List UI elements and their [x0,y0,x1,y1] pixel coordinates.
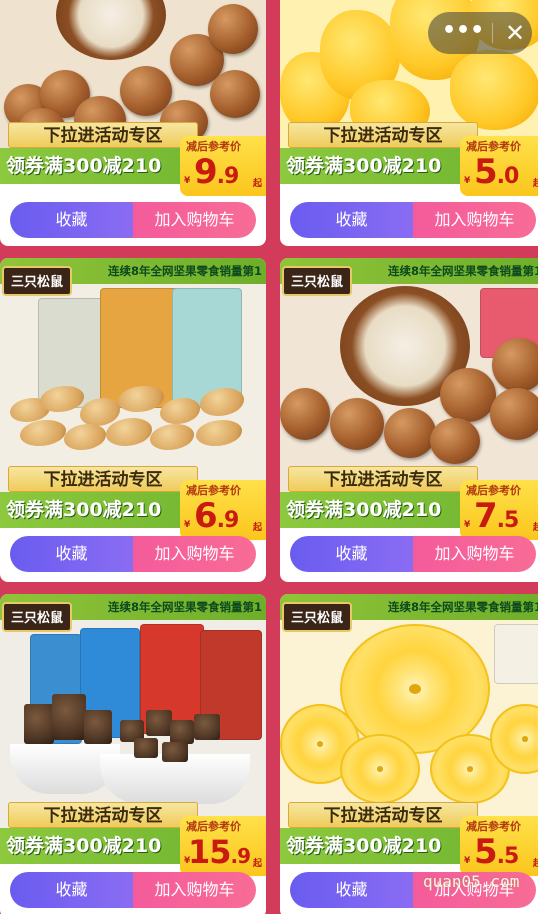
page: { "floating_menu": { "more_glyph": "•••"… [0,0,538,914]
action-buttons: 收藏 加入购物车 [10,872,256,908]
price-value: 15.9 [188,833,251,871]
promo-bar: 下拉进活动专区 领券满300减210 减后参考价 ¥ 6.9 起 [0,466,266,540]
mini-program-capsule: ••• ✕ [428,12,532,54]
currency-symbol: ¥ [464,176,471,186]
price-box: 减后参考价 ¥ 6.9 起 [180,480,266,540]
product-card-cashew[interactable]: 三只松鼠 连续8年全网坚果零食销量第1 下拉进活动专区 领券满300减210 减… [0,258,266,582]
brand-logo: 三只松鼠 [2,602,72,632]
more-options-icon[interactable]: ••• [442,12,484,54]
favorite-button[interactable]: 收藏 [10,202,133,238]
close-icon[interactable]: ✕ [498,12,532,54]
promo-bar: 下拉进活动专区 领券满300减210 减后参考价 ¥ 5.5 起 [280,802,538,876]
favorite-button[interactable]: 收藏 [290,872,413,908]
price-value: 7.5 [474,496,519,536]
action-buttons: 收藏 加入购物车 [290,202,536,238]
coupon-strip: 领券满300减210 减后参考价 ¥ 9.9 起 [0,136,266,196]
coupon-strip: 领券满300减210 减后参考价 ¥ 6.9 起 [0,480,266,540]
favorite-button[interactable]: 收藏 [10,872,133,908]
price-unit: 起 [252,523,262,533]
price-unit: 起 [532,523,538,533]
product-card-hazelnut[interactable]: 三只松鼠 连续8年全网坚果零食销量第1 下拉进活动专区 领券满300减210 减… [280,258,538,582]
price-box: 减后参考价 ¥ 5.0 起 [460,136,538,196]
capsule-divider [492,23,493,43]
price-value: 5.5 [474,832,519,872]
coupon-strip: 领券满300减210 减后参考价 ¥ 7.5 起 [280,480,538,540]
price-box: 减后参考价 ¥ 5.5 起 [460,816,538,876]
pull-down-banner: 下拉进活动专区 [8,466,198,492]
price-value: 5.0 [474,152,519,192]
promo-bar: 下拉进活动专区 领券满300减210 减后参考价 ¥ 15.9 起 [0,802,266,876]
favorite-button[interactable]: 收藏 [10,536,133,572]
add-to-cart-button[interactable]: 加入购物车 [133,536,256,572]
coupon-text: 领券满300减210 [6,499,162,521]
brand-slogan: 连续8年全网坚果零食销量第1 [387,600,538,614]
currency-symbol: ¥ [184,520,191,530]
product-card-pineapple[interactable]: 三只松鼠 连续8年全网坚果零食销量第1 下拉进活动专区 领券满300减210 减… [280,594,538,914]
brand-logo: 三只松鼠 [282,266,352,296]
coupon-text: 领券满300减210 [286,835,442,857]
promo-bar: 下拉进活动专区 领券满300减210 减后参考价 ¥ 7.5 起 [280,466,538,540]
price-box: 减后参考价 ¥ 15.9 起 [180,816,266,876]
brand-slogan: 连续8年全网坚果零食销量第1 [107,600,262,614]
price-unit: 起 [252,179,262,189]
action-buttons: 收藏 加入购物车 [10,202,256,238]
add-to-cart-button[interactable]: 加入购物车 [413,536,536,572]
brand-logo: 三只松鼠 [2,266,72,296]
brand-slogan: 连续8年全网坚果零食销量第1 [387,264,538,278]
add-to-cart-button[interactable]: 加入购物车 [133,202,256,238]
brand-logo: 三只松鼠 [282,602,352,632]
coupon-text: 领券满300减210 [286,155,442,177]
price-unit: 起 [532,859,538,869]
coupon-strip: 领券满300减210 减后参考价 ¥ 15.9 起 [0,816,266,876]
favorite-button[interactable]: 收藏 [290,536,413,572]
promo-bar: 下拉进活动专区 领券满300减210 减后参考价 ¥ 5.0 起 [280,122,538,196]
action-buttons: 收藏 加入购物车 [290,536,536,572]
product-card-beef-jerky[interactable]: 三只松鼠 连续8年全网坚果零食销量第1 下拉进活动专区 领券满300减210 减… [0,594,266,914]
pull-down-banner: 下拉进活动专区 [288,802,478,828]
brand-slogan: 连续8年全网坚果零食销量第1 [107,264,262,278]
currency-symbol: ¥ [184,176,191,186]
coupon-strip: 领券满300减210 减后参考价 ¥ 5.0 起 [280,136,538,196]
product-card-macadamia[interactable]: 下拉进活动专区 领券满300减210 减后参考价 ¥ 9.9 起 收藏 加入购物… [0,0,266,246]
coupon-text: 领券满300减210 [6,155,162,177]
coupon-strip: 领券满300减210 减后参考价 ¥ 5.5 起 [280,816,538,876]
coupon-text: 领券满300减210 [6,835,162,857]
favorite-button[interactable]: 收藏 [290,202,413,238]
price-value: 9.9 [194,152,239,192]
watermark: quan05.com [423,872,520,891]
price-unit: 起 [252,859,262,869]
coupon-text: 领券满300减210 [286,499,442,521]
add-to-cart-button[interactable]: 加入购物车 [133,872,256,908]
pull-down-banner: 下拉进活动专区 [8,122,198,148]
pull-down-banner: 下拉进活动专区 [288,122,478,148]
add-to-cart-button[interactable]: 加入购物车 [413,202,536,238]
action-buttons: 收藏 加入购物车 [10,536,256,572]
currency-symbol: ¥ [464,856,471,866]
price-unit: 起 [532,179,538,189]
price-box: 减后参考价 ¥ 7.5 起 [460,480,538,540]
price-box: 减后参考价 ¥ 9.9 起 [180,136,266,196]
price-label: 减后参考价 [186,820,241,833]
pull-down-banner: 下拉进活动专区 [288,466,478,492]
promo-bar: 下拉进活动专区 领券满300减210 减后参考价 ¥ 9.9 起 [0,122,266,196]
pull-down-banner: 下拉进活动专区 [8,802,198,828]
currency-symbol: ¥ [464,520,471,530]
price-value: 6.9 [194,496,239,536]
